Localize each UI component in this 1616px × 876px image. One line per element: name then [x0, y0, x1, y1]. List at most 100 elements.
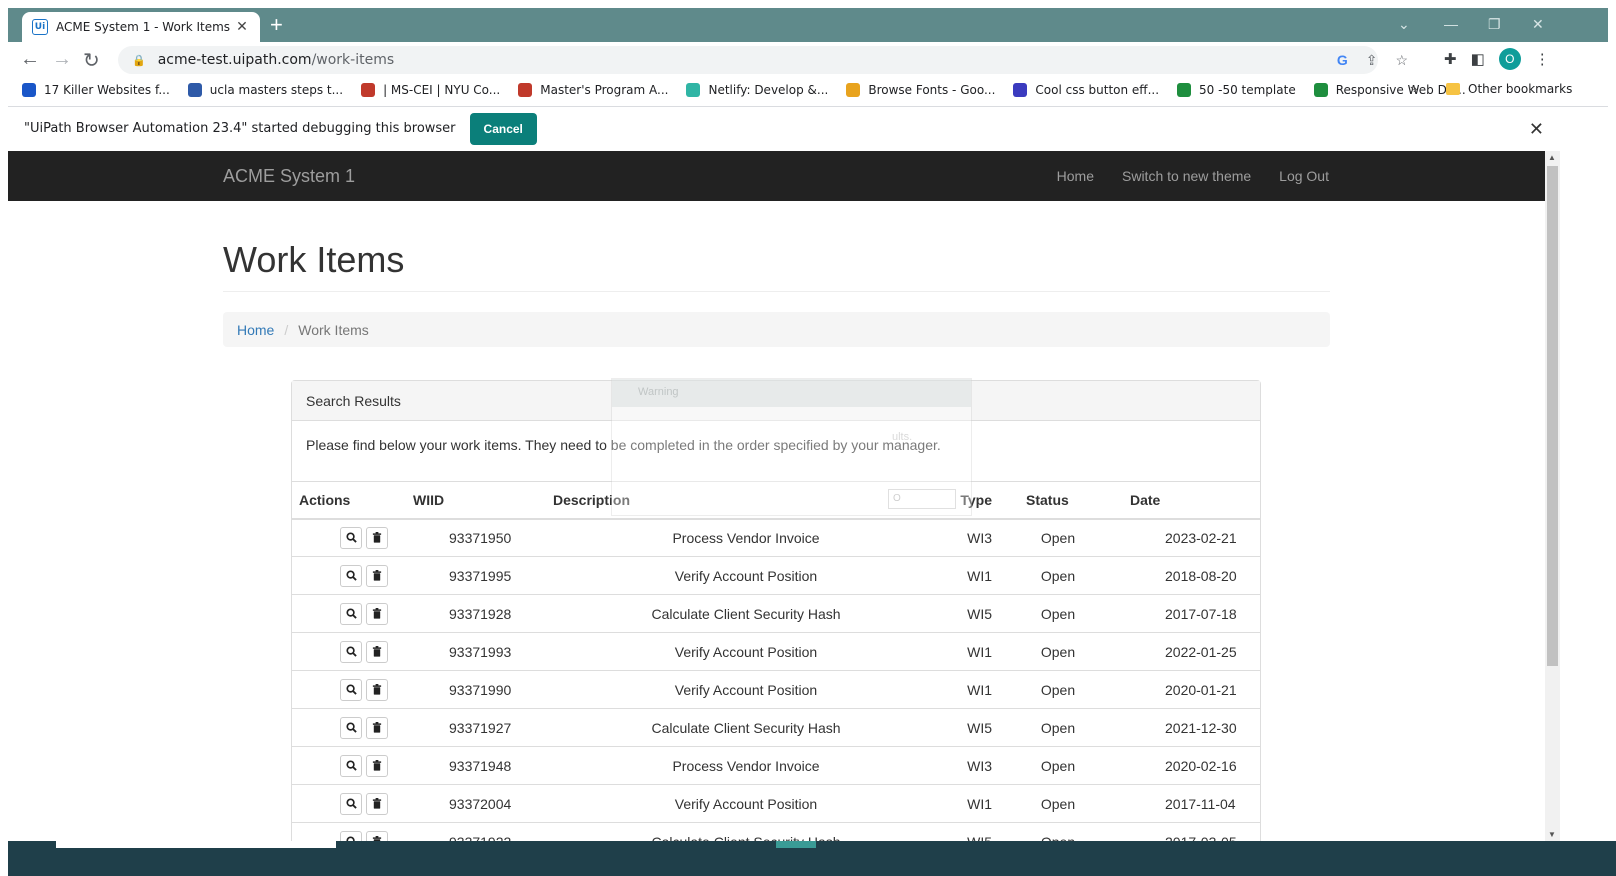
header-status[interactable]: Status	[996, 481, 1096, 520]
reload-icon[interactable]: ↻	[83, 48, 100, 73]
close-window-icon[interactable]: ✕	[1532, 16, 1544, 33]
lock-icon: 🔒	[132, 53, 146, 67]
restore-icon[interactable]: ❐	[1488, 16, 1501, 33]
close-infobar-icon[interactable]: ✕	[1529, 119, 1544, 140]
trash-icon[interactable]	[366, 830, 388, 841]
row-actions	[292, 594, 406, 633]
row-actions	[292, 518, 406, 557]
search-icon[interactable]	[340, 602, 362, 625]
star-icon[interactable]: ☆	[1395, 52, 1408, 69]
search-icon[interactable]	[340, 678, 362, 701]
bookmark-item[interactable]: Cool css button eff...	[1013, 83, 1159, 97]
profile-avatar[interactable]: O	[1498, 48, 1521, 70]
table-row: 93371993 Verify Account Position WI1 Open 20…	[292, 632, 1260, 671]
debug-info-bar: "UiPath Browser Automation 23.4" started…	[8, 106, 1608, 150]
url-input[interactable]: 🔒 acme-test.uipath.com/work-items	[118, 46, 1378, 74]
app-brand[interactable]: ACME System 1	[223, 166, 355, 187]
cell-description: Process Vendor Invoice	[546, 518, 906, 557]
search-icon[interactable]	[340, 526, 362, 549]
trash-icon[interactable]	[366, 526, 388, 549]
table-row: 93371948 Process Vendor Invoice WI3 Open 202…	[292, 746, 1260, 785]
side-panel-icon[interactable]: ◧	[1471, 50, 1485, 68]
other-bookmarks[interactable]: Other bookmarks	[1446, 82, 1572, 96]
app-navbar: ACME System 1 Home Switch to new theme L…	[8, 151, 1545, 201]
back-icon[interactable]: ←	[20, 48, 40, 71]
trash-icon[interactable]	[366, 602, 388, 625]
trash-icon[interactable]	[366, 678, 388, 701]
search-icon[interactable]	[340, 792, 362, 815]
header-date[interactable]: Date	[1096, 481, 1260, 520]
cell-date: 2020-02-16	[1096, 746, 1260, 785]
bookmark-item[interactable]: Master's Program A...	[518, 83, 668, 97]
row-actions	[292, 708, 406, 747]
new-tab-icon[interactable]: +	[270, 14, 283, 36]
bookmark-item[interactable]: ucla masters steps t...	[187, 83, 344, 97]
taskbar-edge	[8, 841, 1616, 876]
work-items-table: Actions WIID Description Type Status Dat…	[292, 481, 1260, 841]
forward-icon[interactable]: →	[52, 48, 72, 71]
url-path: /work-items	[311, 52, 395, 68]
bookmarks-bar: 17 Killer Websites f... ucla masters step…	[8, 78, 1608, 102]
nav-switch-theme-link[interactable]: Switch to new theme	[1122, 168, 1251, 184]
table-row: 93371990 Verify Account Position WI1 Open 20…	[292, 670, 1260, 709]
cell-wiid: 93371922	[406, 822, 546, 841]
cell-status: Open	[996, 556, 1096, 595]
header-wiid[interactable]: WIID	[406, 481, 546, 520]
faded-warning-dialog: Warning ults. O	[611, 378, 972, 516]
more-bookmarks-icon[interactable]: »	[1410, 81, 1417, 96]
bookmark-item[interactable]: 50 -50 template	[1177, 83, 1296, 97]
breadcrumb-current: Work Items	[298, 321, 369, 338]
trash-icon[interactable]	[366, 716, 388, 739]
bookmark-item[interactable]: Responsive Web De...	[1313, 83, 1466, 97]
trash-icon[interactable]	[366, 564, 388, 587]
scroll-down-icon[interactable]: ▼	[1548, 830, 1556, 839]
uipath-favicon-icon: Ui	[32, 19, 48, 35]
cell-type: WI1	[906, 784, 996, 823]
bookmark-item[interactable]: Browse Fonts - Goo...	[846, 83, 995, 97]
bookmark-favicon-icon	[1013, 83, 1028, 97]
close-tab-icon[interactable]: ✕	[234, 19, 250, 35]
table-row: 93371927 Calculate Client Security Hash WI…	[292, 708, 1260, 747]
scroll-thumb[interactable]	[1547, 166, 1558, 666]
trash-icon[interactable]	[366, 640, 388, 663]
browser-tab[interactable]: Ui ACME System 1 - Work Items ✕	[22, 12, 260, 42]
bookmark-favicon-icon	[518, 83, 533, 97]
tab-search-icon[interactable]: ⌄	[1398, 16, 1410, 33]
search-icon[interactable]	[340, 830, 362, 841]
menu-icon[interactable]: ⋮	[1535, 50, 1550, 68]
page-title: Work Items	[223, 239, 1330, 292]
breadcrumb-separator: /	[284, 321, 289, 338]
nav-logout-link[interactable]: Log Out	[1279, 168, 1329, 184]
taskbar-item	[776, 841, 816, 848]
bookmark-label: 50 -50 template	[1199, 83, 1296, 97]
nav-home-link[interactable]: Home	[1057, 168, 1094, 184]
bookmark-favicon-icon	[686, 83, 701, 97]
cell-date: 2017-07-18	[1096, 594, 1260, 633]
search-icon[interactable]	[340, 564, 362, 587]
cell-wiid: 93371928	[406, 594, 546, 633]
breadcrumb-home-link[interactable]: Home	[237, 322, 274, 338]
share-icon[interactable]: ⇪	[1366, 52, 1378, 69]
bookmark-label: 17 Killer Websites f...	[44, 83, 170, 97]
google-icon[interactable]: G	[1337, 52, 1348, 69]
bookmark-item[interactable]: | MS-CEI | NYU Co...	[361, 83, 500, 97]
bookmark-label: ucla masters steps t...	[209, 83, 344, 97]
trash-icon[interactable]	[366, 792, 388, 815]
page-scrollbar[interactable]: ▲ ▼	[1545, 151, 1560, 841]
browser-window: Ui ACME System 1 - Work Items ✕ + ⌄ — ❐ …	[0, 0, 1616, 876]
minimize-icon[interactable]: —	[1444, 16, 1458, 32]
cell-date: 2018-08-20	[1096, 556, 1260, 595]
search-icon[interactable]	[340, 640, 362, 663]
cancel-debug-button[interactable]: Cancel	[469, 112, 537, 145]
bookmark-favicon-icon	[361, 83, 376, 97]
extensions-icon[interactable]: ✚	[1444, 50, 1457, 68]
bookmark-item[interactable]: Netlify: Develop &...	[686, 83, 828, 97]
ghost-dialog-body: ults.	[892, 431, 913, 443]
search-icon[interactable]	[340, 754, 362, 777]
search-icon[interactable]	[340, 716, 362, 739]
trash-icon[interactable]	[366, 754, 388, 777]
bookmark-item[interactable]: 17 Killer Websites f...	[22, 83, 170, 97]
cell-wiid: 93371990	[406, 670, 546, 709]
scroll-up-icon[interactable]: ▲	[1548, 153, 1556, 162]
cell-wiid: 93371950	[406, 518, 546, 557]
